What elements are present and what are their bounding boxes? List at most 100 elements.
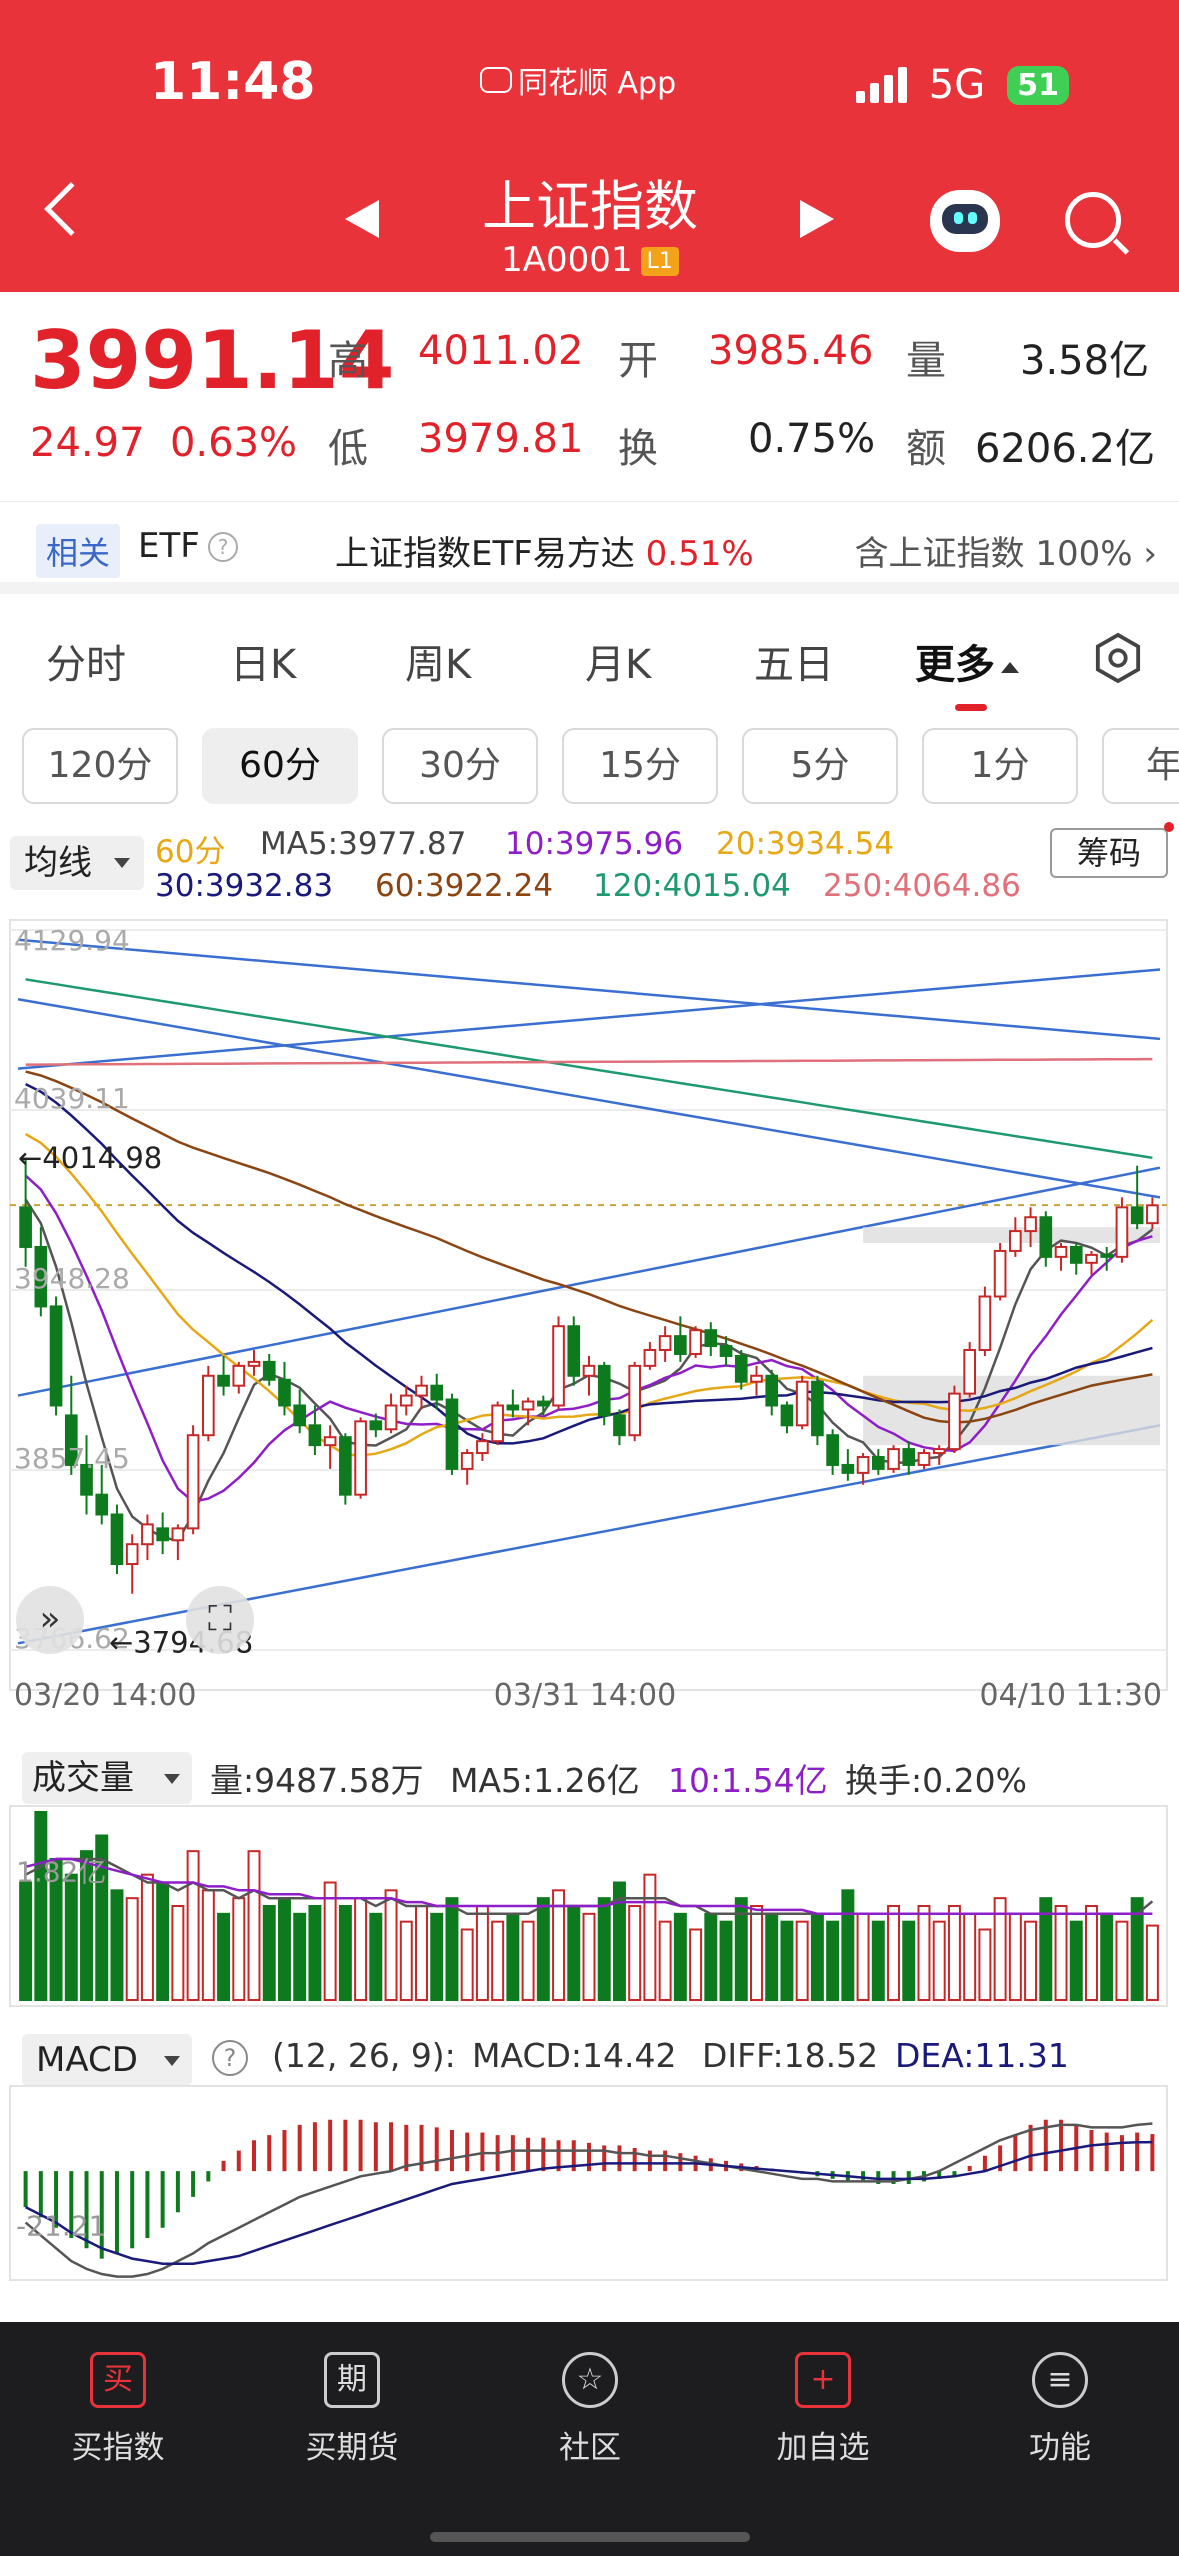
volume-bar: [430, 1912, 444, 2001]
period-selector: 120分 60分 30分 15分 5分 1分 年: [0, 722, 1179, 812]
ma250-value: 250:4064.86: [823, 868, 1021, 904]
volume-bar: [171, 1905, 185, 2001]
related-etf-row[interactable]: 相关 ETF ? 上证指数ETF易方达 0.51% 含上证指数 100% ›: [0, 502, 1179, 594]
prev-stock-icon[interactable]: [345, 200, 379, 238]
candle-body: [141, 1523, 154, 1546]
tab-monthly-k[interactable]: 月K: [585, 632, 651, 690]
status-app-name: 同花顺 App: [480, 58, 676, 102]
volume-bar: [1024, 1920, 1038, 2001]
volume-bar: [643, 1873, 657, 2001]
volume-bar: [887, 1905, 901, 2001]
candle-body: [1085, 1253, 1098, 1264]
volume-bar: [810, 1912, 824, 2001]
candle-body: [765, 1374, 779, 1407]
volume-ma5: MA5:1.26亿: [450, 1761, 640, 1800]
candle-body: [597, 1364, 611, 1417]
volume-bar: [582, 1912, 596, 2001]
volume-bar: [475, 1905, 489, 2001]
candle-body: [674, 1335, 687, 1355]
macd-select-label: MACD: [36, 2040, 138, 2080]
help-icon[interactable]: ?: [212, 2040, 248, 2076]
candle-body: [643, 1349, 657, 1367]
volume-indicator-select[interactable]: 成交量: [22, 1752, 192, 1804]
period-5m[interactable]: 5分: [742, 728, 898, 804]
volume-bar: [856, 1912, 870, 2001]
volume-bar: [201, 1889, 215, 2001]
volume-turnover: 换手:0.20%: [845, 1761, 1027, 1800]
candle-body: [1039, 1216, 1053, 1258]
y-tick-label: 4129.94: [14, 924, 130, 957]
related-tag: 相关: [36, 524, 121, 578]
nav-functions-label: 功能: [1029, 2430, 1091, 2466]
indicator-select[interactable]: 均线: [10, 836, 144, 890]
caret-up-icon: [1001, 661, 1019, 673]
candle-body: [734, 1354, 748, 1383]
period-30m[interactable]: 30分: [382, 728, 538, 804]
volume-current: 量:9487.58万: [210, 1761, 424, 1800]
level-badge: L1: [640, 247, 679, 276]
chips-distribution-button[interactable]: 筹码: [1050, 828, 1168, 878]
turnover-value: 0.75%: [748, 416, 876, 462]
help-icon[interactable]: ?: [208, 532, 238, 562]
macd-params: (12, 26, 9):: [272, 2036, 456, 2075]
home-indicator: [430, 2532, 750, 2542]
candle-body: [780, 1404, 794, 1427]
volume-bar: [826, 1920, 840, 2001]
tab-daily-k[interactable]: 日K: [230, 632, 296, 690]
macd-header: MACD ? (12, 26, 9): MACD:14.42 DIFF:18.5…: [0, 2022, 1179, 2092]
macd-chart[interactable]: -21.21: [0, 2084, 1179, 2284]
period-1m[interactable]: 1分: [922, 728, 1078, 804]
candle-body: [445, 1398, 459, 1470]
volume-bar: [902, 1920, 916, 2001]
candle-body: [354, 1420, 367, 1496]
candle-body: [1115, 1206, 1129, 1258]
macd-axis-labels: -21.21: [16, 2210, 106, 2243]
status-app-label: 同花顺 App: [518, 66, 677, 101]
notification-dot: [1164, 822, 1174, 832]
volume-bar: [704, 1912, 718, 2001]
nav-buy-index[interactable]: 买 买指数: [28, 2352, 208, 2467]
nav-buy-index-label: 买指数: [71, 2430, 165, 2466]
candle-body: [1069, 1245, 1083, 1264]
nav-functions[interactable]: ≡ 功能: [970, 2352, 1150, 2467]
volume-chart[interactable]: 1.82亿: [0, 1804, 1179, 2014]
candle-body: [750, 1374, 763, 1383]
volume-bar: [719, 1920, 733, 2001]
plus-icon: +: [795, 2352, 851, 2408]
expand-chart-icon[interactable]: »: [16, 1586, 84, 1654]
nav-buy-futures[interactable]: 期 买期货: [262, 2352, 442, 2467]
nav-add-watchlist[interactable]: + 加自选: [733, 2352, 913, 2467]
period-15m[interactable]: 15分: [562, 728, 718, 804]
app-header: 11:48 同花顺 App 5G 51 上证指数 1A0001 L1: [0, 0, 1179, 292]
tab-weekly-k[interactable]: 周K: [405, 632, 471, 690]
fullscreen-icon[interactable]: ⛶: [186, 1586, 254, 1654]
candle-body: [110, 1513, 124, 1566]
y-tick-label: 3948.28: [14, 1262, 130, 1295]
assistant-robot-icon[interactable]: [930, 190, 1000, 252]
volume-bar: [491, 1920, 505, 2001]
nav-community[interactable]: ☆ 社区: [500, 2352, 680, 2467]
tab-intraday[interactable]: 分时: [46, 632, 126, 690]
next-stock-icon[interactable]: [800, 200, 834, 238]
nav-community-label: 社区: [559, 2430, 621, 2466]
macd-indicator-select[interactable]: MACD: [22, 2034, 192, 2086]
settings-hexagon-icon[interactable]: [1094, 632, 1142, 684]
period-120m[interactable]: 120分: [22, 728, 178, 804]
volume-bar: [399, 1920, 413, 2001]
macd-frame: [9, 2085, 1168, 2281]
period-60m[interactable]: 60分: [202, 728, 358, 804]
period-year[interactable]: 年: [1102, 728, 1179, 804]
tab-more[interactable]: 更多: [915, 632, 1019, 690]
volume-bar: [140, 1873, 154, 2001]
candle-body: [963, 1349, 976, 1395]
volume-bar: [689, 1928, 703, 2001]
kline-chart[interactable]: 4129.944039.113948.283857.453766.62←4014…: [0, 910, 1179, 1710]
volume-bar: [110, 1889, 124, 2001]
candle-body: [125, 1543, 139, 1566]
back-icon[interactable]: [44, 182, 98, 236]
y-tick-label: 3857.45: [14, 1442, 130, 1475]
volume-bar: [323, 1881, 337, 2001]
search-icon[interactable]: [1065, 192, 1121, 248]
tab-five-day[interactable]: 五日: [754, 632, 834, 690]
diff-value: DIFF:18.52: [702, 2036, 879, 2075]
